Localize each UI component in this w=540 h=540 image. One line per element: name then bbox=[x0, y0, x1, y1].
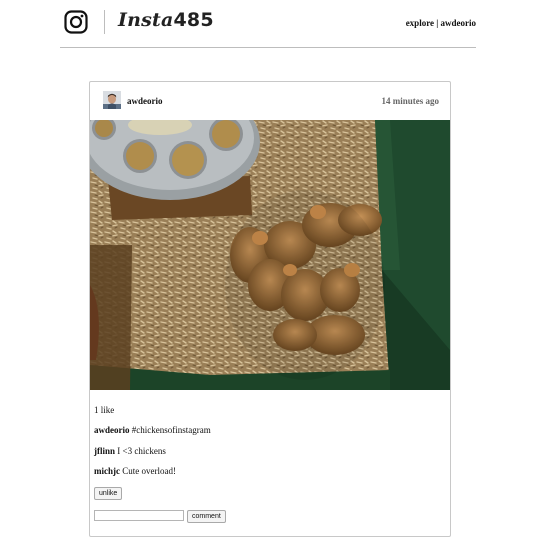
brand-number: 485 bbox=[173, 9, 214, 31]
instagram-icon bbox=[64, 10, 88, 34]
post-card: awdeorio 14 minutes ago 1 like awdeorio … bbox=[89, 81, 451, 537]
comment-item: awdeorio #chickensofinstagram bbox=[94, 424, 211, 436]
comment-item: jflinn I <3 chickens bbox=[94, 445, 166, 457]
comment-item: michjc Cute overload! bbox=[94, 465, 176, 477]
site-header: Insta485 explore | awdeorio bbox=[60, 0, 476, 48]
brand-link[interactable]: Insta485 bbox=[118, 8, 214, 32]
comment-text: Cute overload! bbox=[120, 466, 176, 476]
comment-submit-button[interactable]: comment bbox=[187, 510, 226, 523]
unlike-button[interactable]: unlike bbox=[94, 487, 123, 500]
post-author-link[interactable]: awdeorio bbox=[127, 95, 163, 107]
comment-text: I <3 chickens bbox=[115, 446, 166, 456]
profile-link[interactable]: awdeorio bbox=[441, 18, 477, 28]
comment-input[interactable] bbox=[94, 510, 184, 521]
brand-script: Insta bbox=[118, 9, 174, 31]
comment-author-link[interactable]: michjc bbox=[94, 466, 120, 476]
post-photo bbox=[90, 120, 450, 390]
header-nav: explore | awdeorio bbox=[406, 17, 476, 29]
comment-author-link[interactable]: awdeorio bbox=[94, 425, 130, 435]
header-divider bbox=[104, 10, 105, 34]
comment-author-link[interactable]: jflinn bbox=[94, 446, 115, 456]
post-header: awdeorio 14 minutes ago bbox=[90, 82, 450, 120]
explore-link[interactable]: explore bbox=[406, 18, 434, 28]
avatar bbox=[103, 91, 121, 109]
post-timestamp-link[interactable]: 14 minutes ago bbox=[381, 95, 439, 107]
comment-text: #chickensofinstagram bbox=[129, 425, 211, 435]
likes-count: 1 like bbox=[94, 405, 115, 415]
